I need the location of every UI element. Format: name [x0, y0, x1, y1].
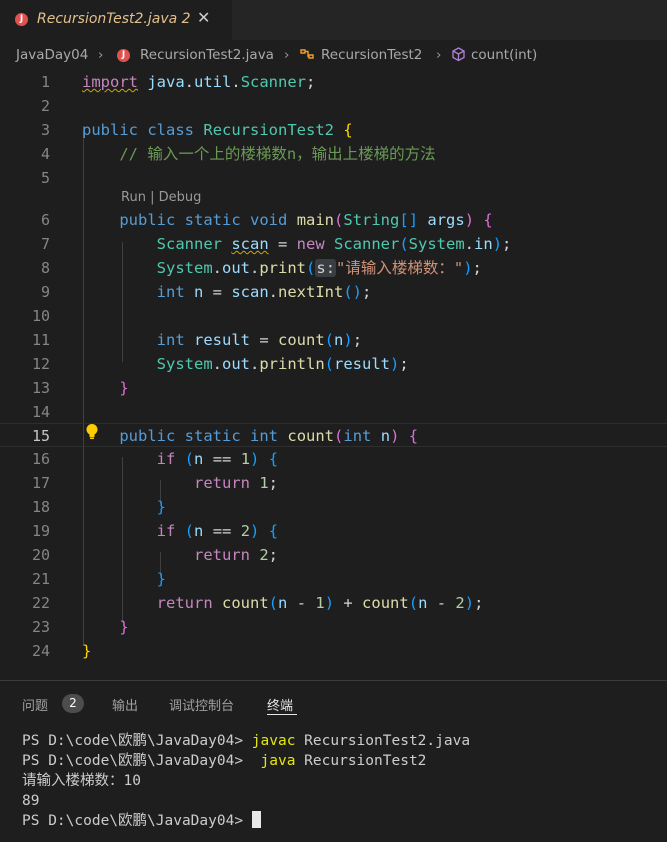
code-line: 11 int result = count(n);	[0, 328, 667, 352]
line-number: 11	[31, 331, 50, 349]
code-line: 10	[0, 304, 667, 328]
codelens-run[interactable]: Run	[121, 190, 146, 205]
line-number: 9	[40, 283, 50, 301]
code-line: 24}	[0, 639, 667, 663]
editor-tab-recursiontest2[interactable]: J RecursionTest2.java 2 ✕	[0, 0, 232, 40]
line-number: 19	[31, 522, 50, 540]
breadcrumb-folder[interactable]: JavaDay04	[16, 47, 88, 63]
code-line: 3 public class RecursionTest2 {	[0, 118, 667, 142]
tab-terminal[interactable]: 终端	[267, 695, 293, 714]
tab-debug-console[interactable]: 调试控制台	[169, 695, 234, 714]
line-number: 7	[40, 235, 50, 253]
line-number: 12	[31, 355, 50, 373]
close-icon[interactable]: ✕	[197, 8, 210, 27]
line-number: 23	[31, 618, 50, 636]
code-line: 12 System.out.println(result);	[0, 352, 667, 376]
terminal-line: PS D:\code\欧鹏\JavaDay04> java RecursionT…	[22, 753, 427, 769]
breadcrumb-class[interactable]: RecursionTest2	[321, 47, 422, 63]
code-line: 1 import java.util.Scanner;	[0, 70, 667, 94]
chevron-right-icon: ›	[98, 47, 104, 63]
tab-bar: J RecursionTest2.java 2 ✕	[0, 0, 667, 40]
code-line: 22 return count(n - 1) + count(n - 2);	[0, 591, 667, 615]
method-icon	[450, 46, 467, 67]
code-line: 17 return 1;	[0, 471, 667, 495]
code-line: 16 if (n == 1) {	[0, 447, 667, 471]
java-file-icon: J	[15, 13, 28, 26]
chevron-right-icon: ›	[436, 47, 442, 63]
code-line: 9 int n = scan.nextInt();	[0, 280, 667, 304]
line-number: 15	[31, 427, 50, 445]
code-line: 6 public static void main(String[] args)…	[0, 208, 667, 232]
panel-tabs: 问题 2 输出 调试控制台 终端	[0, 681, 667, 721]
active-tab-indicator	[267, 714, 297, 715]
line-number: 13	[31, 379, 50, 397]
breadcrumb: JavaDay04 › J RecursionTest2.java › Recu…	[0, 40, 667, 70]
code-line: 8 System.out.print(s:"请输入楼梯数：");	[0, 256, 667, 280]
code-line: 19 if (n == 2) {	[0, 519, 667, 543]
tab-filename: RecursionTest2.java	[37, 11, 178, 27]
line-number: 3	[40, 121, 50, 139]
line-number: 16	[31, 450, 50, 468]
line-number: 22	[31, 594, 50, 612]
line-number: 24	[31, 642, 50, 660]
line-number: 1	[40, 73, 50, 91]
line-number: 8	[40, 259, 50, 277]
terminal[interactable]: PS D:\code\欧鹏\JavaDay04> javac Recursion…	[22, 731, 662, 831]
line-number: 10	[31, 307, 50, 325]
code-line: 18 }	[0, 495, 667, 519]
line-number: 14	[31, 403, 50, 421]
lightbulb-icon[interactable]	[85, 423, 99, 441]
code-line: 14	[0, 400, 667, 424]
terminal-cursor	[251, 811, 261, 828]
line-number: 18	[31, 498, 50, 516]
code-line: 23 }	[0, 615, 667, 639]
terminal-line: 请输入楼梯数：10	[22, 773, 141, 789]
code-line: 20 return 2;	[0, 543, 667, 567]
line-number: 4	[40, 145, 50, 163]
line-number: 2	[40, 97, 50, 115]
code-line: 7 Scanner scan = new Scanner(System.in);	[0, 232, 667, 256]
code-line: 4 // 输入一个上的楼梯数n，输出上楼梯的方法	[0, 142, 667, 166]
code-line-current: 15 public static int count(int n) {	[0, 423, 667, 447]
codelens-separator: |	[145, 190, 159, 205]
codelens-debug[interactable]: Debug	[159, 190, 202, 205]
chevron-right-icon: ›	[284, 47, 290, 63]
line-number: 5	[40, 169, 50, 187]
tab-output[interactable]: 输出	[112, 695, 138, 714]
breadcrumb-file[interactable]: RecursionTest2.java	[140, 47, 274, 63]
terminal-line: 89	[22, 793, 40, 809]
class-icon	[298, 46, 316, 66]
breadcrumb-method[interactable]: count(int)	[471, 47, 537, 63]
line-number: 20	[31, 546, 50, 564]
code-line: 5	[0, 166, 667, 190]
codelens: Run | Debug	[121, 190, 201, 205]
code-line: 13 }	[0, 376, 667, 400]
line-number: 21	[31, 570, 50, 588]
code-editor[interactable]: Run | Debug 1 import java.util.Scanner; 2…	[0, 70, 667, 680]
java-file-icon: J	[117, 49, 130, 62]
problems-count-badge: 2	[62, 694, 84, 713]
line-number: 6	[40, 211, 50, 229]
parameter-hint: s:	[315, 259, 337, 277]
tab-problems[interactable]: 问题	[22, 695, 48, 714]
terminal-line: PS D:\code\欧鹏\JavaDay04> javac Recursion…	[22, 733, 471, 749]
code-line: 21 }	[0, 567, 667, 591]
tab-problem-count: 2	[181, 11, 191, 27]
code-line: 2	[0, 94, 667, 118]
line-number: 17	[31, 474, 50, 492]
terminal-prompt-line: PS D:\code\欧鹏\JavaDay04>	[22, 811, 662, 831]
